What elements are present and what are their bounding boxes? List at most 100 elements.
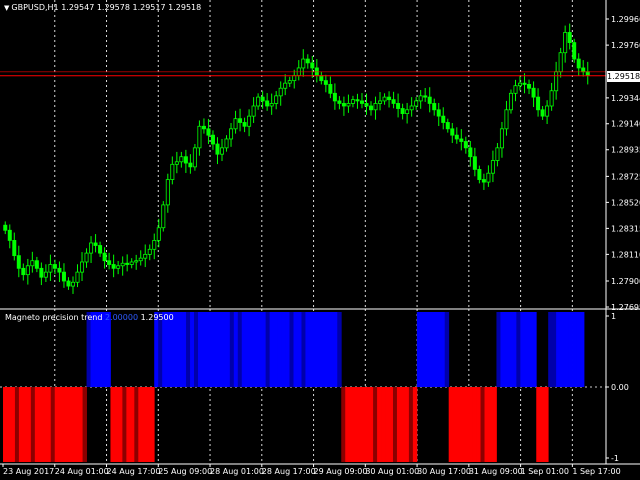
trend-bar-up[interactable] (174, 312, 179, 387)
candle-body[interactable] (147, 248, 152, 255)
candle-body[interactable] (495, 147, 500, 161)
trend-bar-up[interactable] (94, 312, 99, 387)
trend-bar-down[interactable] (536, 387, 541, 462)
trend-bar-up[interactable] (106, 312, 111, 387)
trend-bar-up[interactable] (166, 312, 171, 387)
candle-body[interactable] (120, 262, 125, 267)
trend-bar-down[interactable] (392, 387, 398, 462)
candle-body[interactable] (256, 96, 261, 107)
candle-body[interactable] (558, 52, 563, 73)
candle-body[interactable] (292, 75, 297, 82)
trend-bar-down[interactable] (34, 387, 40, 462)
trend-bar-up[interactable] (305, 312, 310, 387)
candle-body[interactable] (427, 96, 432, 104)
trend-bar-down[interactable] (349, 387, 354, 462)
candle-body[interactable] (143, 253, 148, 259)
candle-body[interactable] (43, 271, 48, 278)
candle-body[interactable] (219, 147, 224, 155)
candle-body[interactable] (527, 84, 532, 89)
trend-bar-up[interactable] (317, 312, 322, 387)
trend-bar-down[interactable] (544, 387, 549, 462)
candle-body[interactable] (341, 103, 346, 107)
candle-body[interactable] (436, 109, 441, 117)
candle-body[interactable] (156, 227, 161, 241)
trend-bar-up[interactable] (182, 312, 187, 387)
trend-bar-down[interactable] (6, 387, 12, 462)
candle-body[interactable] (441, 115, 446, 123)
candle-body[interactable] (287, 80, 292, 84)
candle-body[interactable] (554, 71, 559, 92)
trend-bar-up[interactable] (416, 312, 422, 387)
trend-bar-up[interactable] (178, 312, 183, 387)
trend-bar-down[interactable] (404, 387, 410, 462)
candle-body[interactable] (25, 265, 30, 276)
candle-body[interactable] (247, 115, 252, 127)
trend-bar-up[interactable] (162, 312, 167, 387)
candle-body[interactable] (80, 261, 85, 273)
candle-body[interactable] (490, 160, 495, 174)
dropdown-triangle-icon[interactable]: ▼ (4, 4, 9, 12)
trend-bar-up[interactable] (568, 312, 573, 387)
candle-body[interactable] (459, 138, 464, 142)
candle-body[interactable] (305, 58, 310, 64)
trend-bar-up[interactable] (277, 312, 282, 387)
candle-body[interactable] (265, 100, 270, 107)
trend-bar-down[interactable] (488, 387, 493, 462)
trend-bar-down[interactable] (353, 387, 358, 462)
trend-bar-down[interactable] (110, 387, 115, 462)
trend-bar-down[interactable] (118, 387, 123, 462)
candle-body[interactable] (346, 103, 351, 107)
trend-bar-up[interactable] (504, 312, 509, 387)
candle-body[interactable] (409, 105, 414, 111)
trend-bar-up[interactable] (209, 312, 215, 387)
chart-canvas[interactable]: 1.29966 1.29760 1.29344 1.29140 1.28935 1.287… (0, 0, 640, 480)
trend-bar-up[interactable] (281, 312, 286, 387)
candle-body[interactable] (504, 109, 509, 130)
trend-bar-down[interactable] (369, 387, 374, 462)
candle-body[interactable] (518, 82, 523, 87)
trend-bar-up[interactable] (496, 312, 501, 387)
candle-body[interactable] (310, 62, 315, 69)
trend-bar-down[interactable] (18, 387, 24, 462)
candle-body[interactable] (260, 96, 265, 102)
candle-body[interactable] (238, 118, 243, 123)
trend-bar-up[interactable] (90, 312, 95, 387)
candle-body[interactable] (400, 108, 405, 115)
trend-bar-down[interactable] (26, 387, 32, 462)
candle-body[interactable] (373, 103, 378, 111)
trend-bar-up[interactable] (253, 312, 259, 387)
trend-bar-down[interactable] (46, 387, 52, 462)
candle-body[interactable] (540, 109, 545, 117)
trend-bar-down[interactable] (78, 387, 83, 462)
trend-bar-down[interactable] (345, 387, 350, 462)
trend-bar-up[interactable] (273, 312, 278, 387)
candle-body[interactable] (301, 58, 306, 69)
trend-bar-up[interactable] (221, 312, 227, 387)
trend-bar-up[interactable] (516, 312, 521, 387)
trend-bar-down[interactable] (464, 387, 469, 462)
candle-body[interactable] (391, 99, 396, 104)
trend-bar-up[interactable] (229, 312, 235, 387)
candle-body[interactable] (188, 162, 193, 168)
candle-body[interactable] (477, 169, 482, 180)
trend-bar-down[interactable] (66, 387, 72, 462)
candle-body[interactable] (364, 103, 369, 107)
trend-bar-down[interactable] (30, 387, 36, 462)
candle-body[interactable] (183, 156, 188, 164)
trend-bar-down[interactable] (540, 387, 545, 462)
trend-bar-up[interactable] (500, 312, 505, 387)
trend-bar-down[interactable] (114, 387, 119, 462)
candle-body[interactable] (215, 143, 220, 155)
candle-body[interactable] (269, 103, 274, 107)
trend-bar-up[interactable] (436, 312, 442, 387)
trend-bar-down[interactable] (377, 387, 382, 462)
trend-bar-up[interactable] (158, 312, 163, 387)
trend-bar-up[interactable] (269, 312, 275, 387)
trend-bar-up[interactable] (237, 312, 243, 387)
trend-bar-up[interactable] (520, 312, 525, 387)
trend-bar-down[interactable] (142, 387, 147, 462)
candle-body[interactable] (418, 95, 423, 102)
candle-body[interactable] (170, 163, 175, 180)
trend-bar-up[interactable] (329, 312, 334, 387)
trend-bar-down[interactable] (476, 387, 481, 462)
